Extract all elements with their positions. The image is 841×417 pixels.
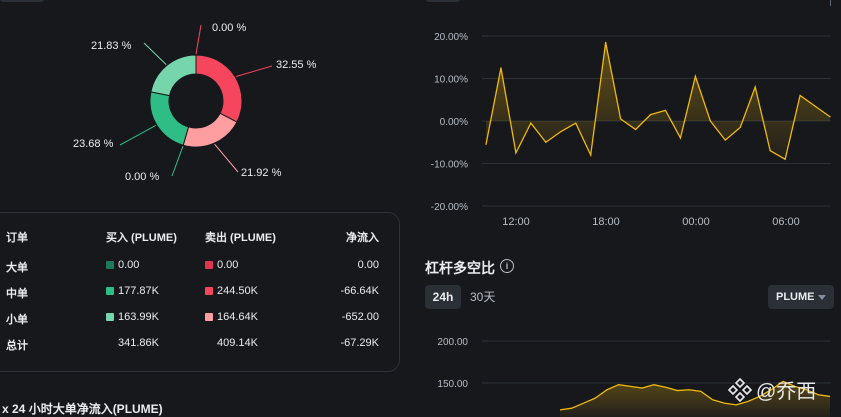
donut-label-medium-buy: 23.68 %: [73, 138, 114, 150]
row-sell: 244.50K: [217, 285, 258, 297]
header-sell: 卖出 (PLUME): [205, 232, 276, 244]
header-buy: 买入 (PLUME): [106, 232, 177, 244]
data-point: [530, 122, 532, 124]
header-net: 净流入: [346, 232, 379, 244]
coin-select-value: PLUME: [776, 291, 815, 303]
series-area: [486, 42, 830, 160]
x-tick-label: 18:00: [592, 216, 620, 228]
netflow-ratio-chart: 20.00% 10.00% 0.00% -10.00% -20.00% 12:00 18:0…: [431, 32, 831, 228]
donut-leader-line: [214, 143, 239, 173]
data-point: [649, 114, 652, 116]
donut-leader-line: [235, 65, 273, 77]
data-point: [784, 158, 786, 160]
data-point: [575, 122, 577, 124]
y-tick-label: -20.00%: [431, 202, 468, 213]
data-point: [799, 94, 801, 97]
data-point: [694, 75, 696, 77]
data-point: [634, 128, 637, 131]
data-point: [590, 154, 592, 156]
row-type: 中单: [6, 288, 28, 300]
row-type: 大单: [6, 262, 28, 274]
sell-swatch: [205, 261, 213, 269]
donut-slice-medium-buy[interactable]: [149, 91, 190, 146]
data-point: [814, 105, 816, 107]
data-point: [500, 67, 502, 69]
table-total-row: 总计 341.86K 409.14K -67.29K: [0, 337, 391, 353]
data-point: [769, 150, 771, 152]
data-point: [605, 41, 607, 43]
x-tick-label: 12:00: [502, 216, 530, 228]
row-sell: 164.64K: [217, 311, 258, 323]
x-tick-label: 00:00: [682, 216, 710, 228]
row-buy: 177.87K: [118, 285, 159, 297]
donut-slice-small-buy[interactable]: [150, 54, 197, 97]
table-row: 小单 163.99K 164.64K -652.00: [0, 311, 391, 327]
coin-select[interactable]: PLUME: [768, 285, 834, 309]
y-tick-label: 150.00: [437, 379, 468, 390]
sell-swatch: [205, 313, 213, 321]
order-flow-table: 订单 买入 (PLUME) 卖出 (PLUME) 净流入 大单 0.00 0.0…: [0, 212, 400, 372]
donut-leader-line: [195, 24, 202, 55]
y-tick-label: 20.00%: [434, 32, 468, 43]
tab-30d[interactable]: 30天: [470, 285, 495, 309]
page-root: 0.00 % 32.55 % 21.92 % 0.00 % 23.68 % 21…: [0, 0, 841, 417]
y-tick-label: 200.00: [437, 337, 468, 348]
data-point: [560, 131, 562, 133]
donut-leader-line: [143, 42, 167, 65]
donut-leader-line: [119, 124, 157, 146]
total-sell: 409.14K: [217, 337, 258, 349]
sell-swatch: [205, 287, 213, 295]
tab-24h[interactable]: 24h: [425, 285, 461, 309]
total-buy: 341.86K: [118, 337, 159, 349]
header-type: 订单: [6, 232, 28, 244]
donut-label-large-buy: 0.00 %: [125, 171, 160, 183]
order-distribution-donut: 0.00 % 32.55 % 21.92 % 0.00 % 23.68 % 21…: [0, 0, 400, 200]
buy-swatch: [106, 313, 114, 321]
x-tick-label: 06:00: [772, 216, 800, 228]
table-header: 订单 买入 (PLUME) 卖出 (PLUME) 净流入: [0, 229, 391, 245]
data-point: [829, 116, 831, 118]
data-point: [515, 152, 517, 154]
leverage-long-short-title: 杠杆多空比: [425, 260, 495, 276]
total-net: -67.29K: [340, 337, 379, 349]
donut-label-small-sell: 21.92 %: [241, 167, 282, 179]
data-point: [739, 126, 741, 128]
buy-swatch: [106, 287, 114, 295]
data-point: [545, 141, 547, 143]
y-tick-label: 10.00%: [434, 75, 468, 86]
buy-swatch: [106, 261, 114, 269]
large-order-netflow-title: x 24 小时大单净流入(PLUME): [2, 402, 163, 416]
donut-label-small-buy: 21.83 %: [91, 40, 132, 52]
data-point: [754, 86, 756, 88]
y-tick-label: -10.00%: [431, 160, 468, 171]
data-point: [679, 137, 682, 139]
donut-svg: [119, 24, 273, 177]
row-buy: 0.00: [118, 259, 140, 271]
binance-logo-icon: [727, 377, 753, 403]
data-point: [485, 143, 487, 145]
row-type: 小单: [6, 314, 28, 326]
data-point: [664, 109, 667, 111]
y-tick-label: 0.00%: [440, 117, 468, 128]
chevron-down-icon: [818, 295, 826, 300]
row-buy: 163.99K: [118, 311, 159, 323]
row-net: -66.64K: [340, 285, 379, 297]
row-net: 0.00: [357, 259, 379, 271]
donut-label-medium-sell: 32.55 %: [276, 59, 317, 71]
table-row: 中单 177.87K 244.50K -66.64K: [0, 285, 391, 301]
donut-leader-line: [171, 145, 184, 177]
row-sell: 0.00: [217, 259, 239, 271]
donut-label-large-sell: 0.00 %: [212, 22, 247, 34]
info-icon[interactable]: i: [500, 259, 514, 273]
total-type: 总计: [6, 340, 28, 352]
row-net: -652.00: [341, 311, 379, 323]
data-point: [709, 120, 711, 122]
data-point: [620, 118, 622, 120]
watermark-text: @乔西: [756, 381, 817, 403]
donut-slice-medium-sell[interactable]: [195, 54, 243, 123]
table-row: 大单 0.00 0.00 0.00: [0, 259, 391, 275]
data-point: [724, 139, 726, 141]
donut-slice-small-sell[interactable]: [182, 112, 238, 148]
